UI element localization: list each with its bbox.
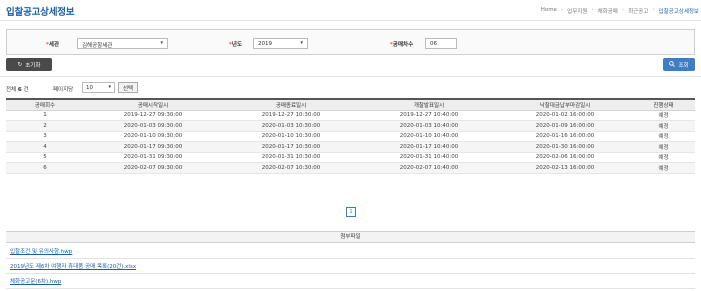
- action-divider: [0, 76, 701, 77]
- table-cell: 2020-01-10 09:30:00: [84, 131, 222, 142]
- search-button[interactable]: 조회: [663, 58, 695, 71]
- breadcrumb-auction[interactable]: 체화공매: [598, 7, 618, 15]
- table-cell: 3: [6, 131, 84, 142]
- search-icon: [669, 60, 676, 69]
- column-header: 낙찰대금납부마감일시: [498, 99, 632, 111]
- table-row: 2 2020-01-03 09:30:00 2020-01-03 10:30:0…: [6, 120, 695, 132]
- customs-label: *세관: [46, 42, 60, 48]
- status-cell: 예정: [632, 152, 695, 163]
- status-cell: 예정: [632, 120, 695, 132]
- per-page-apply-button[interactable]: 선택: [118, 82, 138, 93]
- attachment-item: 체화공고문(6차).hwp: [6, 276, 695, 289]
- breadcrumb: Home › 업무지원 › 체화공매 › 최근공고 › 입찰공고상세정보: [540, 7, 699, 15]
- table-cell: 2020-01-31 09:30:00: [84, 152, 222, 163]
- table-cell: 2020-01-09 16:00:00: [498, 120, 632, 132]
- breadcrumb-recent[interactable]: 최근공고: [628, 7, 648, 15]
- page-title: 입찰공고상세정보: [6, 7, 75, 18]
- table-cell: 2020-01-31 10:40:00: [360, 152, 498, 163]
- column-header: 개찰발표일시: [360, 99, 498, 111]
- chevron-down-icon: ▾: [108, 84, 111, 90]
- table-header-row: 공매회수 공매시작일시 공매종료일시 개찰발표일시 낙찰대금납부마감일시 진행상…: [6, 99, 695, 111]
- table-row: 1 2019-12-27 09:30:00 2019-12-27 10:30:0…: [6, 110, 695, 121]
- table-cell: 2020-02-13 16:00:00: [498, 162, 632, 174]
- table-row: 4 2020-01-17 09:30:00 2020-01-17 10:30:0…: [6, 141, 695, 153]
- table-cell: 2020-01-03 10:40:00: [360, 120, 498, 132]
- attachment-link[interactable]: 2019년도 제6차 여행자 휴대품 공매 목록(20건).xlsx: [10, 264, 136, 270]
- table-cell: 2020-01-17 10:30:00: [222, 141, 360, 153]
- table-cell: 4: [6, 141, 84, 153]
- round-input[interactable]: 06: [425, 38, 457, 49]
- table-cell: 5: [6, 152, 84, 163]
- attachments-header: 첨부파일: [6, 231, 695, 243]
- table-cell: 2020-01-17 09:30:00: [84, 141, 222, 153]
- column-header: 공매회수: [6, 99, 84, 111]
- page-button-current[interactable]: 1: [346, 207, 356, 217]
- auction-schedule-table: 공매회수 공매시작일시 공매종료일시 개찰발표일시 낙찰대금납부마감일시 진행상…: [6, 98, 695, 174]
- year-select[interactable]: 2019 ▾: [253, 38, 308, 49]
- breadcrumb-current: 입찰공고상세정보: [658, 9, 699, 15]
- table-cell: 2019-12-27 10:30:00: [222, 110, 360, 121]
- table-row: 6 2020-02-07 09:30:00 2020-02-07 10:30:0…: [6, 162, 695, 174]
- per-page-select[interactable]: 10 ▾: [82, 82, 115, 93]
- attachment-item: 입찰조건 및 유의사항.hwp: [6, 246, 695, 259]
- table-cell: 2020-01-16 16:00:00: [498, 131, 632, 142]
- table-cell: 2019-12-27 09:30:00: [84, 110, 222, 121]
- round-label: *공매차수: [390, 42, 414, 48]
- table-cell: 2020-02-06 16:00:00: [498, 152, 632, 163]
- column-header: 공매시작일시: [84, 99, 222, 111]
- table-cell: 2020-01-31 10:30:00: [222, 152, 360, 163]
- table-cell: 1: [6, 110, 84, 121]
- filter-panel: *세관 김해공항세관 ▾ *년도 2019 ▾ *공매차수 06: [6, 29, 695, 55]
- attachment-item: 2019년도 제6차 여행자 휴대품 공매 목록(20건).xlsx: [6, 261, 695, 274]
- table-cell: 2019-12-27 10:40:00: [360, 110, 498, 121]
- table-cell: 2020-01-17 10:40:00: [360, 141, 498, 153]
- status-cell: 예정: [632, 131, 695, 142]
- table-cell: 2020-01-03 09:30:00: [84, 120, 222, 132]
- title-divider: [0, 20, 701, 21]
- total-count: 전체 6 건: [6, 87, 29, 93]
- chevron-down-icon: ▾: [300, 40, 303, 46]
- table-cell: 2020-01-02 16:00:00: [498, 110, 632, 121]
- table-cell: 2020-01-03 10:30:00: [222, 120, 360, 132]
- status-cell: 예정: [632, 110, 695, 121]
- table-row: 5 2020-01-31 09:30:00 2020-01-31 10:30:0…: [6, 152, 695, 163]
- column-header: 진행상태: [632, 99, 695, 111]
- table-cell: 2020-02-07 10:30:00: [222, 162, 360, 174]
- table-cell: 2020-02-07 09:30:00: [84, 162, 222, 174]
- customs-select[interactable]: 김해공항세관 ▾: [77, 38, 168, 49]
- table-cell: 2: [6, 120, 84, 132]
- status-cell: 예정: [632, 162, 695, 174]
- table-cell: 2020-01-10 10:30:00: [222, 131, 360, 142]
- year-label: *년도: [229, 42, 243, 48]
- reset-button[interactable]: ↻ 초기화: [6, 58, 52, 71]
- attachment-link[interactable]: 입찰조건 및 유의사항.hwp: [10, 249, 72, 255]
- attachment-link[interactable]: 체화공고문(6차).hwp: [10, 279, 61, 285]
- column-header: 공매종료일시: [222, 99, 360, 111]
- chevron-down-icon: ▾: [160, 40, 163, 46]
- status-cell: 예정: [632, 141, 695, 153]
- per-page-label: 페이지당: [53, 87, 74, 93]
- breadcrumb-home[interactable]: Home: [541, 7, 557, 15]
- breadcrumb-support[interactable]: 업무지원: [567, 7, 587, 15]
- table-cell: 2020-02-07 10:40:00: [360, 162, 498, 174]
- table-cell: 6: [6, 162, 84, 174]
- table-cell: 2020-01-10 10:40:00: [360, 131, 498, 142]
- table-cell: 2020-01-30 16:00:00: [498, 141, 632, 153]
- table-row: 3 2020-01-10 09:30:00 2020-01-10 10:30:0…: [6, 131, 695, 142]
- refresh-icon: ↻: [17, 61, 23, 68]
